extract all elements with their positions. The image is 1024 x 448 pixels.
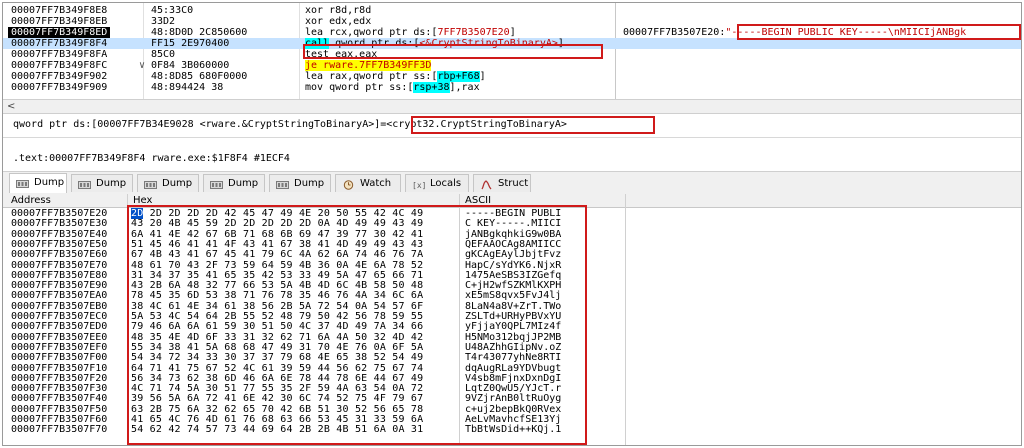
instruction-text: xor r8d,r8d — [305, 5, 371, 16]
tab-dump-1[interactable]: Dump 1 — [9, 173, 67, 206]
dump-tabbar: Dump 1Dump 2Dump 3Dump 4Dump 5Watch 1[x]… — [3, 171, 1021, 207]
instruction-bytes: 48:8D0D 2C850600 — [151, 27, 248, 38]
tab-watch-1[interactable]: Watch 1 — [335, 174, 401, 207]
tab-dump-5[interactable]: Dump 5 — [269, 174, 331, 207]
tab-struct[interactable]: Struct — [473, 174, 531, 192]
ascii-column-header[interactable]: ASCII — [465, 194, 491, 207]
struct-icon — [480, 179, 493, 190]
instruction-text: lea rax,qword ptr ss:[rbp+F68] — [305, 71, 486, 82]
instruction-token: rbp+F68 — [437, 71, 480, 82]
debugger-window: 00007FF7B349F8E8 45:33C0 xor r8d,r8d 00007F… — [2, 2, 1022, 446]
instruction-token: 7FF7B3507E20 — [437, 27, 510, 38]
instruction-bytes: 48:8D85 680F0000 — [151, 71, 248, 82]
instruction-token: lea rcx,qword ptr ds:[ — [305, 27, 438, 38]
instruction-address: 00007FF7B349F8F4 — [11, 38, 108, 49]
memory-icon — [210, 179, 223, 189]
instruction-bytes: 0F84 3B060000 — [151, 60, 230, 71]
tab-locals[interactable]: [x] Locals — [405, 174, 469, 192]
instruction-token: qword ptr ds:[ — [329, 38, 420, 49]
instruction-token: lea rax,qword ptr ss:[ — [305, 71, 438, 82]
info-line-prefix: qword ptr ds:[00007FF7B34E9028 <rware.&C… — [13, 119, 387, 130]
svg-text:[x]: [x] — [412, 181, 425, 190]
instruction-text: call qword ptr ds:[<&CryptStringToBinary… — [305, 38, 564, 49]
memory-icon — [78, 179, 91, 189]
hex-column-header[interactable]: Hex — [133, 194, 152, 207]
address-column-header[interactable]: Address — [11, 194, 51, 207]
disasm-row[interactable]: 00007FF7B349F909 48:894424 38 mov qword pt… — [3, 82, 1021, 93]
instruction-address: 00007FF7B349F902 — [11, 71, 108, 82]
instruction-text: je rware.7FF7B349FF3D — [305, 60, 432, 71]
instruction-address: 00007FF7B349F8E8 — [11, 5, 108, 16]
dump-pane[interactable]: Address Hex ASCII 00007FF7B3507E20 2D 2D … — [3, 194, 1021, 445]
memory-icon — [276, 179, 289, 189]
instruction-bytes: 85C0 — [151, 49, 176, 60]
dump-header: Address Hex ASCII — [3, 194, 1021, 208]
scroll-left-icon[interactable]: < — [7, 100, 15, 113]
instruction-text: mov qword ptr ss:[rsp+38],rax — [305, 82, 480, 93]
comment-string: "-----BEGIN PUBLIC KEY-----\nMIICIjANBgk — [725, 27, 967, 38]
instruction-token: ],rax — [449, 82, 480, 93]
instruction-token: ] — [557, 38, 564, 49]
disasm-row[interactable]: 00007FF7B349F8FA 85C0 test eax,eax — [3, 49, 1021, 60]
instruction-comment: 00007FF7B3507E20:"-----BEGIN PUBLIC KEY-… — [623, 27, 966, 38]
disasm-row[interactable]: 00007FF7B349F8FC ∨ 0F84 3B060000 je rware.7… — [3, 60, 1021, 71]
instruction-token: call — [305, 38, 330, 49]
instruction-address: 00007FF7B349F8ED — [8, 27, 111, 38]
disasm-row[interactable]: 00007FF7B349F8EB 33D2 xor edx,edx — [3, 16, 1021, 27]
instruction-token: xor r8d,r8d — [305, 5, 372, 16]
info-line-resolved-address: qword ptr ds:[00007FF7B34E9028 <rware.&C… — [13, 119, 567, 131]
instruction-text: lea rcx,qword ptr ds:[7FF7B3507E20] — [305, 27, 516, 38]
tab-label: Struct — [498, 178, 529, 189]
tab-dump-3[interactable]: Dump 3 — [137, 174, 199, 207]
instruction-bytes: 45:33C0 — [151, 5, 194, 16]
watch-icon — [342, 179, 355, 190]
instruction-token: <&CryptStringToBinaryA> — [419, 38, 558, 49]
instruction-token: ] — [509, 27, 516, 38]
instruction-text: test eax,eax — [305, 49, 377, 60]
disasm-row[interactable]: 00007FF7B349F8ED 48:8D0D 2C850600 lea rcx,… — [3, 27, 1021, 38]
instruction-token: ] — [479, 71, 486, 82]
memory-icon — [16, 178, 29, 188]
dump-row[interactable]: 00007FF7B3507F70 54 62 42 74 57 73 44 69 … — [3, 424, 1021, 435]
dump-ascii-text[interactable]: TbBtWsDid++KQj.1 — [465, 424, 561, 435]
disasm-row[interactable]: 00007FF7B349F902 48:8D85 680F0000 lea rax,… — [3, 71, 1021, 82]
horizontal-scrollbar[interactable]: < — [3, 99, 1021, 114]
disasm-row[interactable]: 00007FF7B349F8E8 45:33C0 xor r8d,r8d — [3, 5, 1021, 16]
instruction-address: 00007FF7B349F8EB — [11, 16, 108, 27]
tab-dump-2[interactable]: Dump 2 — [71, 174, 133, 207]
locals-icon: [x] — [412, 179, 426, 190]
dump-address: 00007FF7B3507F70 — [11, 424, 108, 436]
instruction-token: je rware.7FF7B349FF3D — [305, 60, 432, 71]
instruction-token: mov qword ptr ss:[ — [305, 82, 414, 93]
dump-hex-bytes[interactable]: 54 62 42 74 57 73 44 69 64 2B 2B 4B 51 6… — [131, 424, 423, 435]
info-line-location: .text:00007FF7B349F8F4 rware.exe:$1F8F4 … — [13, 153, 290, 164]
instruction-token: rsp+38 — [413, 82, 450, 93]
comment-address: 00007FF7B3507E20: — [623, 27, 726, 38]
info-divider — [3, 137, 1021, 148]
info-line-value: <crypt32.CryptStringToBinaryA> — [386, 119, 567, 130]
instruction-address: 00007FF7B349F8FC — [11, 60, 108, 71]
memory-icon — [144, 179, 157, 189]
jump-arrow-icon: ∨ — [139, 60, 146, 71]
tab-label: Locals — [430, 178, 462, 189]
instruction-bytes: 33D2 — [151, 16, 176, 27]
instruction-text: xor edx,edx — [305, 16, 371, 27]
instruction-bytes: FF15 2E970400 — [151, 38, 230, 49]
instruction-address: 00007FF7B349F909 — [11, 82, 108, 93]
disasm-row[interactable]: 00007FF7B349F8F4 FF15 2E970400 call qword … — [3, 38, 1021, 49]
instruction-token: xor edx,edx — [305, 16, 372, 27]
instruction-bytes: 48:894424 38 — [151, 82, 224, 93]
disassembly-pane[interactable]: 00007FF7B349F8E8 45:33C0 xor r8d,r8d 00007F… — [3, 3, 1021, 99]
instruction-address: 00007FF7B349F8FA — [11, 49, 108, 60]
tab-dump-4[interactable]: Dump 4 — [203, 174, 265, 207]
instruction-token: test eax,eax — [305, 49, 378, 60]
